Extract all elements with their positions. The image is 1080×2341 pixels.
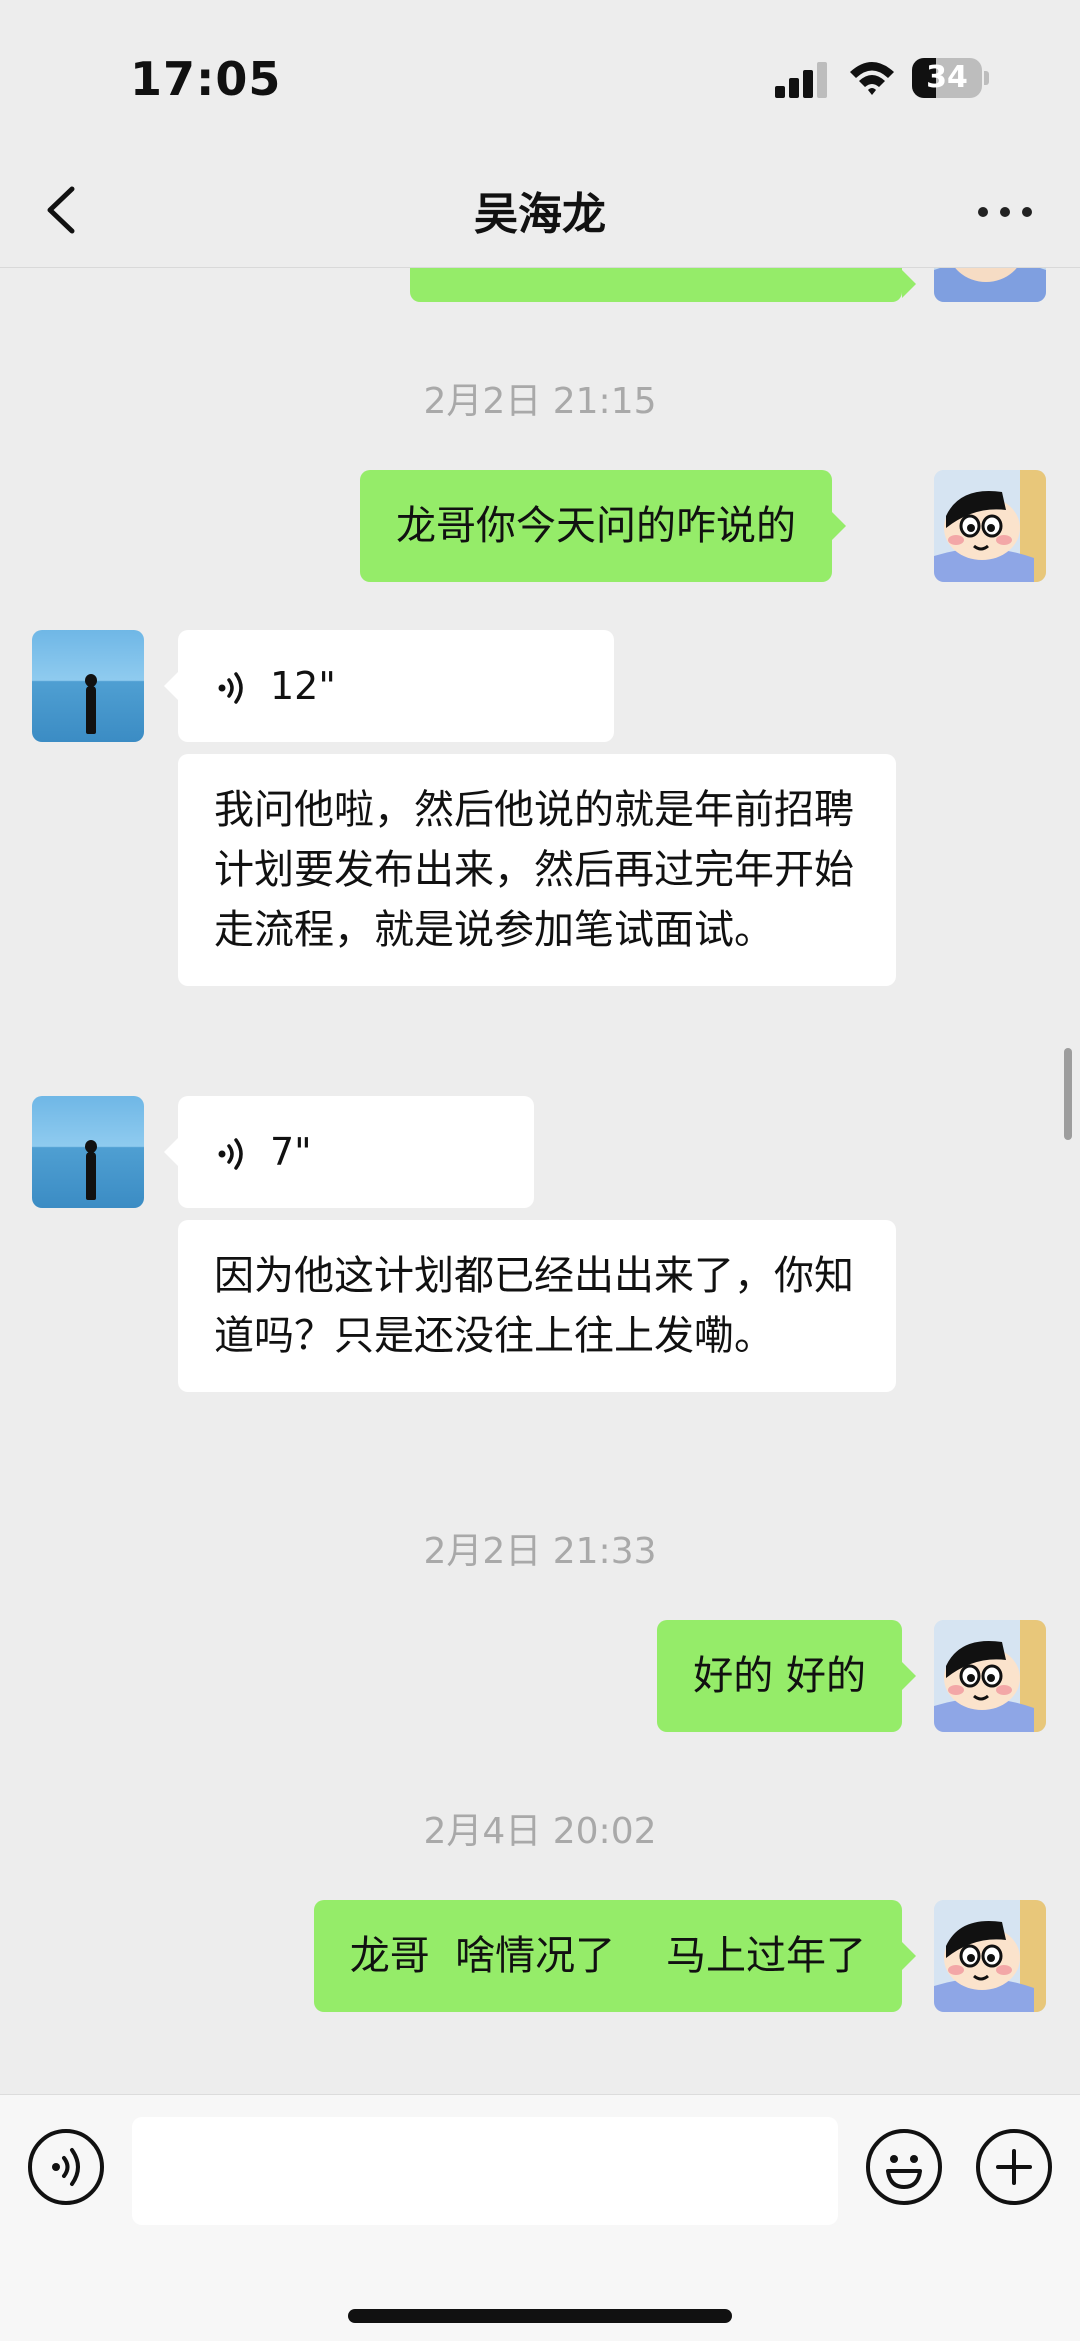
my-avatar[interactable] xyxy=(934,470,1046,582)
message-bubble-sent[interactable] xyxy=(410,268,916,302)
message-bubble-received[interactable]: 因为他这计划都已经出出来了，你知道吗？只是还没往上往上发嘞。 xyxy=(178,1220,896,1392)
message-bubble-sent[interactable]: 龙哥你今天问的咋说的 xyxy=(360,470,846,582)
voice-wave-icon xyxy=(218,672,243,704)
status-time: 17:05 xyxy=(130,52,282,106)
timestamp: 2月2日 21:15 xyxy=(423,381,657,422)
status-bar: 17:05 34 xyxy=(0,0,1080,150)
home-indicator[interactable] xyxy=(348,2309,732,2323)
message-input[interactable] xyxy=(132,2117,838,2225)
my-avatar[interactable] xyxy=(934,1900,1046,2012)
contact-avatar[interactable] xyxy=(32,630,144,742)
voice-duration: 12" xyxy=(270,664,336,708)
voice-mode-icon[interactable] xyxy=(28,2129,104,2205)
battery-level-text: 34 xyxy=(926,60,968,95)
more-dots-icon[interactable] xyxy=(965,180,1045,240)
voice-wave-icon xyxy=(218,1138,243,1170)
nav-bar: 吴海龙 xyxy=(0,150,1080,268)
plus-icon[interactable] xyxy=(976,2129,1052,2205)
scrollbar[interactable] xyxy=(1064,1048,1072,1140)
message-bubble-received[interactable]: 我问他啦，然后他说的就是年前招聘计划要发布出来，然后再过完年开始走流程，就是说参… xyxy=(178,754,896,986)
voice-duration: 7" xyxy=(270,1130,312,1174)
voice-message-bubble[interactable]: 7" xyxy=(164,1096,534,1208)
message-bubble-sent[interactable]: 龙哥 啥情况了 马上过年了 xyxy=(313,1900,917,2012)
my-avatar[interactable] xyxy=(934,268,1046,302)
input-bar xyxy=(0,2094,1080,2341)
message-list[interactable]: 2月2日 21:15 龙哥你今天问的咋说的 12" 我问他啦，然后他说的就是年前… xyxy=(0,268,1080,2094)
my-avatar[interactable] xyxy=(934,1620,1046,1732)
chat-title: 吴海龙 xyxy=(474,189,606,240)
wifi-icon xyxy=(850,62,894,95)
message-bubble-sent[interactable]: 好的 好的 xyxy=(657,1620,916,1732)
timestamp: 2月2日 21:33 xyxy=(423,1531,657,1572)
voice-message-bubble[interactable]: 12" xyxy=(164,630,614,742)
timestamp: 2月4日 20:02 xyxy=(423,1811,657,1852)
cellular-signal-icon xyxy=(775,62,835,98)
emoji-icon[interactable] xyxy=(866,2129,942,2205)
battery-icon: 34 xyxy=(912,58,989,98)
contact-avatar[interactable] xyxy=(32,1096,144,1208)
